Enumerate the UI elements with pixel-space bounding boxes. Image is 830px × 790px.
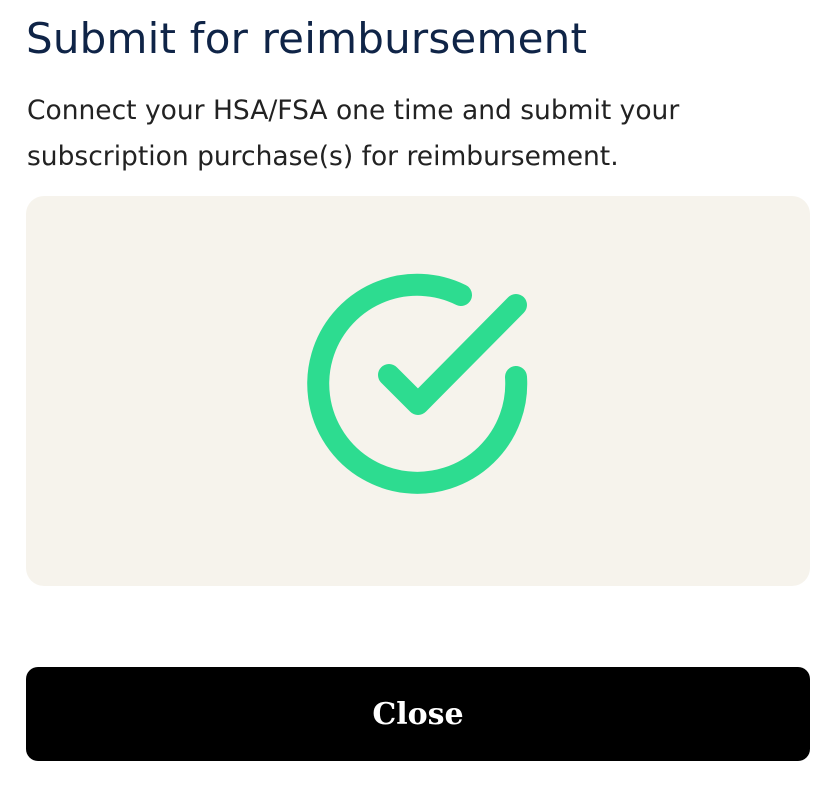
- success-illustration-panel: [26, 196, 810, 586]
- close-button[interactable]: Close: [26, 667, 810, 761]
- modal-description: Connect your HSA/FSA one time and submit…: [27, 95, 680, 172]
- reimbursement-modal: Submit for reimbursement Connect your HS…: [0, 0, 830, 790]
- check-circle-icon: [307, 273, 528, 494]
- modal-title: Submit for reimbursement: [26, 14, 588, 63]
